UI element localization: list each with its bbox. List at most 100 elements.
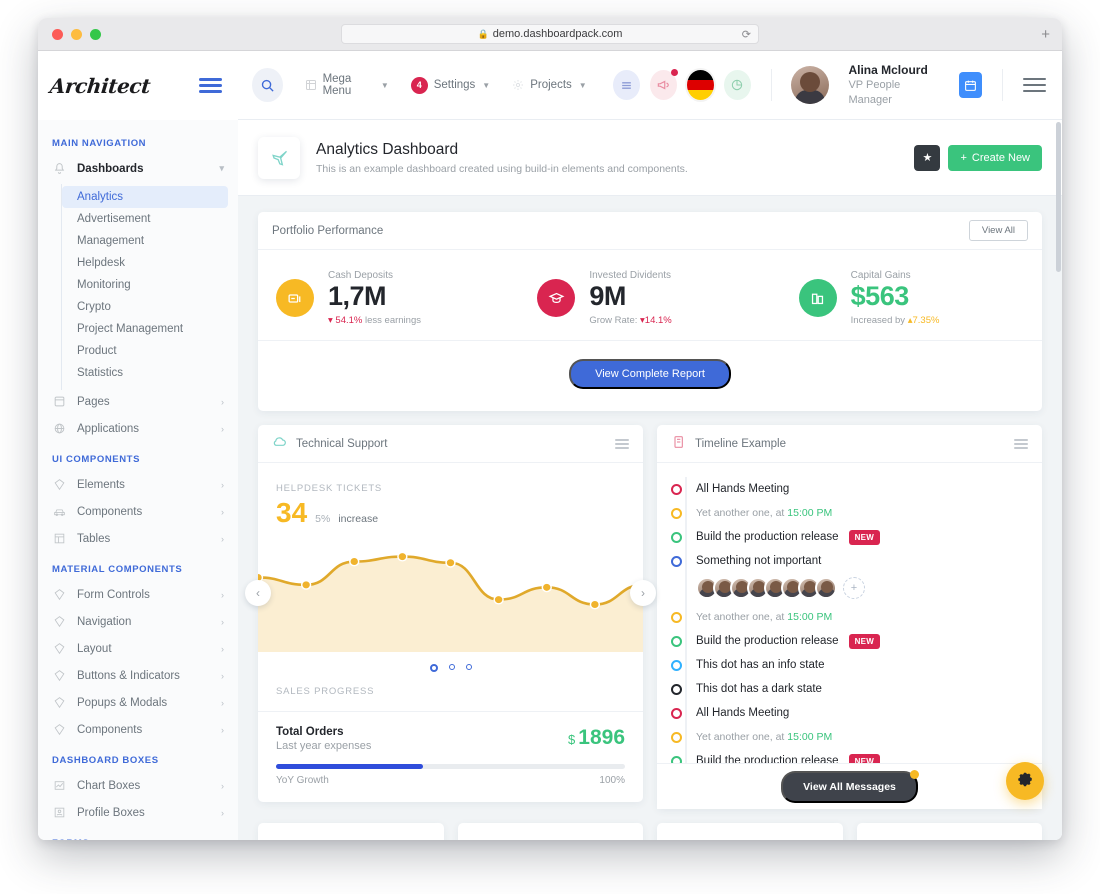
sidebar-item-navigation[interactable]: Navigation ›	[38, 610, 238, 633]
sidebar-item-form-controls[interactable]: Form Controls ›	[38, 583, 238, 606]
browser-window: 🔒 demo.dashboardpack.com ⟳ + Architect M…	[38, 18, 1062, 840]
timeline-item[interactable]: All Hands Meeting	[671, 477, 1024, 501]
sidebar-item-pages[interactable]: Pages ›	[38, 390, 238, 413]
stat-card-sales-income[interactable]: $1283 sales Income	[457, 823, 643, 840]
sidebar-item-layout[interactable]: Layout ›	[38, 637, 238, 660]
chevron-right-icon: ›	[221, 807, 224, 818]
maximize-window-button[interactable]	[90, 28, 101, 40]
sidebar-item-statistics[interactable]: Statistics	[62, 362, 228, 384]
view-all-messages-button[interactable]: View All Messages	[781, 769, 919, 803]
chevron-left-icon[interactable]: ‹	[245, 579, 271, 606]
menu-settings[interactable]: 4 Settings ▼	[405, 76, 496, 94]
stat-card-sales-last-month[interactable]: $874 sales last month	[258, 823, 444, 840]
favorite-button[interactable]: ★	[914, 144, 941, 171]
timeline-item[interactable]: All Hands Meeting	[671, 701, 1024, 725]
gear-icon[interactable]	[1006, 762, 1044, 800]
timeline-item[interactable]: Yet another one, at 15:00 PM	[671, 725, 1024, 749]
metric-pct: 7.35%	[912, 315, 940, 327]
menu-mega-menu[interactable]: Mega Menu ▼	[299, 73, 395, 97]
sidebar-item-helpdesk[interactable]: Helpdesk	[62, 252, 228, 274]
timeline-footer: View All Messages	[657, 763, 1042, 810]
carousel-dots[interactable]	[276, 652, 625, 682]
portfolio-card-header: Portfolio Performance View All	[258, 212, 1042, 250]
stat-card-last-month-sales[interactable]: $1286 last month sales	[657, 823, 843, 840]
sidebar-item-applications[interactable]: Applications ›	[38, 417, 238, 440]
support-card-title: Technical Support	[296, 437, 388, 450]
sidebar-item-material-components[interactable]: Components ›	[38, 718, 238, 741]
chevron-right-icon: ›	[221, 589, 224, 600]
sidebar-sub-label: Advertisement	[77, 213, 151, 225]
sidebar-item-analytics[interactable]: Analytics	[62, 186, 228, 208]
megaphone-icon[interactable]	[649, 69, 678, 100]
sidebar-item-management[interactable]: Management	[62, 230, 228, 252]
sidebar-item-profile-boxes[interactable]: Profile Boxes ›	[38, 801, 238, 824]
content-scrollbar[interactable]	[1056, 122, 1061, 272]
sidebar-toggle-icon[interactable]	[199, 78, 222, 93]
options-icon[interactable]	[1014, 438, 1028, 449]
carousel-dot-3[interactable]	[465, 663, 472, 670]
carousel-dot-2[interactable]	[448, 663, 455, 670]
list-icon[interactable]	[612, 70, 640, 100]
app-logo[interactable]: Architect	[49, 74, 152, 98]
timeline-item[interactable]: Yet another one, at 15:00 PM	[671, 605, 1024, 629]
sidebar-item-project-management[interactable]: Project Management	[62, 318, 228, 340]
helpdesk-kicker: HELPDESK TICKETS	[276, 483, 383, 495]
view-complete-report-button[interactable]: View Complete Report	[569, 359, 731, 390]
carousel-dot-1[interactable]	[429, 663, 438, 672]
metric-foot-prefix: Grow Rate:	[589, 315, 638, 327]
timeline-item[interactable]: Build the production release NEW	[671, 525, 1024, 549]
timeline-card: Timeline Example All Hands Meeting Yet an…	[657, 425, 1042, 810]
stat-card-total-revenue[interactable]: $564 total revenue	[856, 823, 1042, 840]
add-member-icon[interactable]: +	[843, 577, 865, 600]
timeline-card-title: Timeline Example	[695, 437, 786, 450]
sidebar-item-label: Profile Boxes	[77, 806, 145, 819]
timeline-item[interactable]: Build the production release NEW	[671, 749, 1024, 764]
pie-chart-icon[interactable]	[723, 70, 751, 100]
sidebar-item-components[interactable]: Components ›	[38, 500, 238, 523]
search-icon[interactable]	[252, 68, 283, 102]
timeline-item[interactable]: Yet another one, at 15:00 PM	[671, 501, 1024, 525]
view-all-button[interactable]: View All	[968, 220, 1028, 241]
create-new-button[interactable]: + Create New	[948, 144, 1042, 171]
avatar[interactable]	[815, 577, 837, 600]
flag-germany-icon[interactable]	[686, 70, 714, 100]
sidebar-item-dashboards[interactable]: Dashboards ▾	[38, 157, 238, 180]
sidebar-sub-label: Management	[77, 235, 145, 247]
window-controls[interactable]	[52, 28, 101, 40]
metric-value: $563	[850, 281, 910, 311]
options-icon[interactable]	[615, 438, 629, 449]
header-menu-icon[interactable]	[1023, 77, 1047, 93]
metric-body: Cash Deposits 1,7M ▾ 54.1% less earnings	[328, 270, 421, 326]
brand-zone: Architect	[38, 51, 238, 120]
yoy-progress-bar	[276, 763, 625, 769]
sidebar-item-crypto[interactable]: Crypto	[62, 296, 228, 318]
sidebar-item-buttons-indicators[interactable]: Buttons & Indicators ›	[38, 664, 238, 687]
chevron-right-icon: ›	[221, 479, 224, 490]
sidebar-item-label: Form Controls	[77, 588, 150, 601]
helpdesk-count: 34	[276, 497, 308, 529]
avatar[interactable]	[791, 66, 830, 104]
calendar-icon[interactable]	[958, 72, 983, 98]
timeline-item[interactable]: This dot has a dark state	[671, 677, 1024, 701]
sidebar-item-tables[interactable]: Tables ›	[38, 527, 238, 550]
close-window-button[interactable]	[52, 28, 63, 40]
sidebar-item-chart-boxes[interactable]: Chart Boxes ›	[38, 774, 238, 797]
diamond-icon	[52, 723, 67, 736]
reload-icon[interactable]: ⟳	[742, 28, 751, 41]
timeline-item[interactable]: This dot has an info state	[671, 653, 1024, 677]
sidebar-item-monitoring[interactable]: Monitoring	[62, 274, 228, 296]
timeline-item[interactable]: Something not important	[671, 549, 1024, 573]
sidebar-sub-label: Analytics	[77, 191, 124, 203]
sidebar-item-elements[interactable]: Elements ›	[38, 473, 238, 496]
sidebar-item-popups-modals[interactable]: Popups & Modals ›	[38, 691, 238, 714]
avatar-group[interactable]: +	[675, 573, 1024, 605]
timeline-item-time: 15:00 PM	[787, 611, 833, 624]
minimize-window-button[interactable]	[71, 28, 82, 40]
chevron-right-icon[interactable]: ›	[630, 579, 656, 606]
sidebar-item-product[interactable]: Product	[62, 340, 228, 362]
menu-projects[interactable]: Projects ▼	[506, 79, 592, 91]
timeline-item[interactable]: Build the production release NEW	[671, 629, 1024, 653]
new-tab-icon[interactable]: +	[1041, 26, 1050, 43]
sidebar-item-advertisement[interactable]: Advertisement	[62, 208, 228, 230]
address-bar[interactable]: 🔒 demo.dashboardpack.com ⟳	[341, 24, 759, 44]
